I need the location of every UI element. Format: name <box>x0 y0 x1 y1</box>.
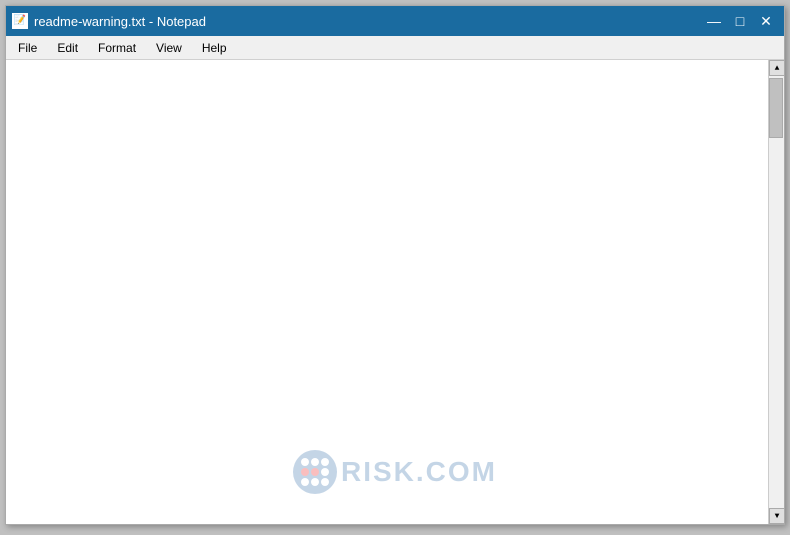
scroll-down-arrow[interactable]: ▼ <box>769 508 784 524</box>
window-controls: — □ ✕ <box>702 11 778 31</box>
menu-edit[interactable]: Edit <box>49 39 86 57</box>
menu-view[interactable]: View <box>148 39 190 57</box>
window-title: readme-warning.txt - Notepad <box>34 14 206 29</box>
title-bar: 📝 readme-warning.txt - Notepad — □ ✕ <box>6 6 784 36</box>
menu-file[interactable]: File <box>10 39 45 57</box>
scroll-up-arrow[interactable]: ▲ <box>769 60 784 76</box>
menu-help[interactable]: Help <box>194 39 235 57</box>
close-button[interactable]: ✕ <box>754 11 778 31</box>
menu-bar: File Edit Format View Help <box>6 36 784 60</box>
notepad-window: 📝 readme-warning.txt - Notepad — □ ✕ Fil… <box>5 5 785 525</box>
maximize-button[interactable]: □ <box>728 11 752 31</box>
minimize-button[interactable]: — <box>702 11 726 31</box>
content-area: ▲ ▼ RISK.COM <box>6 60 784 524</box>
text-content[interactable] <box>6 60 768 524</box>
menu-format[interactable]: Format <box>90 39 144 57</box>
title-bar-left: 📝 readme-warning.txt - Notepad <box>12 13 206 29</box>
scrollbar-track[interactable] <box>769 76 784 508</box>
notepad-icon: 📝 <box>12 13 28 29</box>
scrollbar[interactable]: ▲ ▼ <box>768 60 784 524</box>
scrollbar-thumb[interactable] <box>769 78 783 138</box>
